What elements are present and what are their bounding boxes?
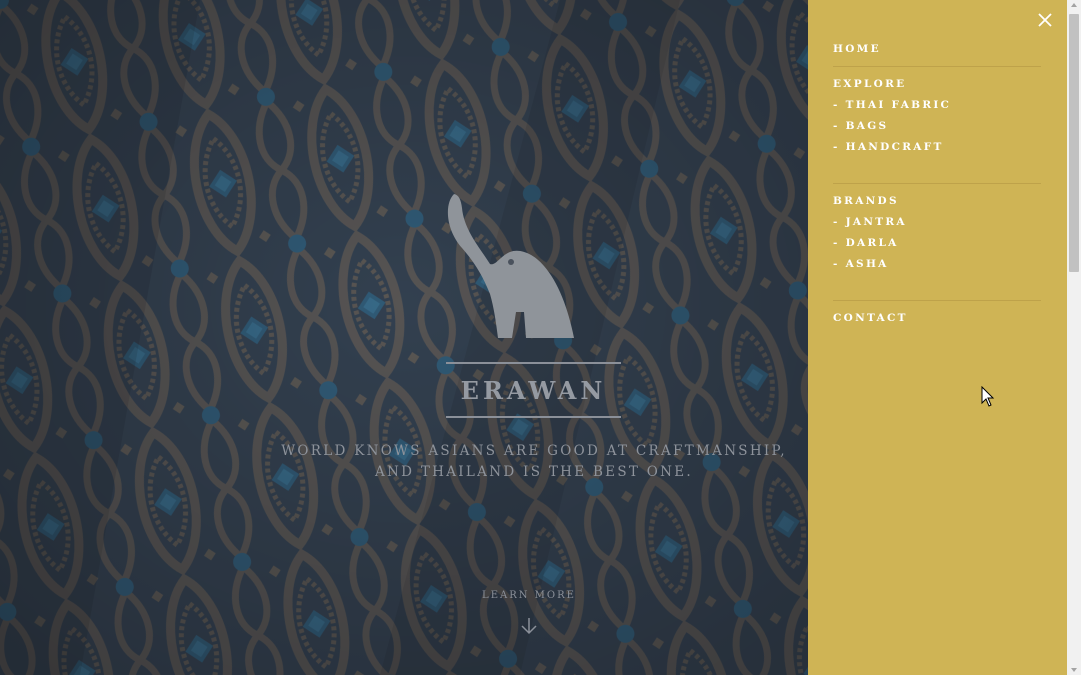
- tagline-line-2: AND THAILAND IS THE BEST ONE.: [374, 464, 694, 480]
- tagline-line-1: WORLD KNOWS ASIANS ARE GOOD AT CRAFTMANS…: [281, 443, 787, 459]
- menu-contact-section: CONTACT: [833, 308, 1041, 329]
- menu-item-home[interactable]: HOME: [833, 39, 1041, 60]
- menu-divider: [833, 183, 1041, 184]
- arrow-down-icon[interactable]: [519, 616, 539, 636]
- hero-section: [0, 0, 808, 675]
- menu-item-brands[interactable]: BRANDS: [833, 191, 1041, 212]
- menu-divider: [833, 300, 1041, 301]
- menu-item-contact[interactable]: CONTACT: [833, 308, 1041, 329]
- menu-item-explore[interactable]: EXPLORE: [833, 74, 1041, 95]
- menu-explore-section: EXPLORE - THAI FABRIC - BAGS - HANDCRAFT: [833, 74, 1041, 158]
- menu-item-darla[interactable]: - DARLA: [833, 233, 1041, 254]
- menu-item-jantra[interactable]: - JANTRA: [833, 212, 1041, 233]
- close-icon[interactable]: [1036, 11, 1054, 29]
- brand-title: ERAWAN: [460, 376, 607, 405]
- scroll-down-icon[interactable]: [1071, 668, 1077, 672]
- learn-more-link[interactable]: LEARN MORE: [469, 590, 589, 601]
- menu-brands-section: BRANDS - JANTRA - DARLA - ASHA: [833, 191, 1041, 275]
- menu-item-asha[interactable]: - ASHA: [833, 254, 1041, 275]
- scroll-up-icon[interactable]: [1071, 3, 1077, 7]
- menu-divider: [833, 66, 1041, 67]
- tagline: WORLD KNOWS ASIANS ARE GOOD AT CRAFTMANS…: [214, 441, 854, 483]
- menu-item-handcraft[interactable]: - HANDCRAFT: [833, 137, 1041, 158]
- page-scrollbar[interactable]: [1067, 0, 1081, 675]
- brand-bottom-divider: [446, 416, 621, 418]
- hero-overlay: [0, 0, 808, 675]
- menu-item-thai-fabric[interactable]: - THAI FABRIC: [833, 95, 1041, 116]
- scrollbar-thumb[interactable]: [1069, 14, 1079, 272]
- menu-item-bags[interactable]: - BAGS: [833, 116, 1041, 137]
- mouse-cursor-icon: [981, 386, 995, 407]
- menu-home-section: HOME: [833, 39, 1041, 60]
- elephant-icon: [447, 194, 574, 338]
- brand-top-divider: [446, 362, 621, 364]
